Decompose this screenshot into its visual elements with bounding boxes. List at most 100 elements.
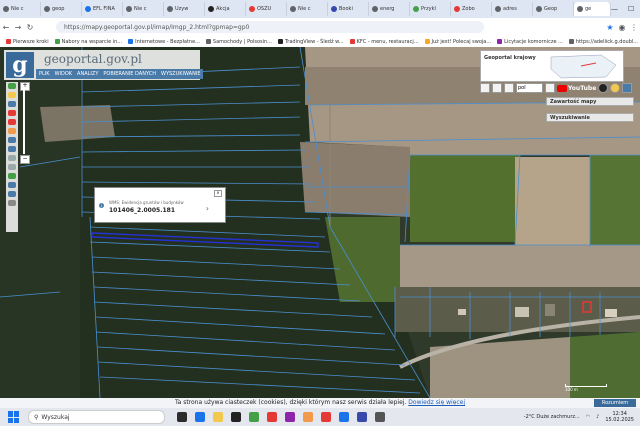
search-map-icon[interactable]: [8, 155, 16, 161]
popup-close-icon[interactable]: ×: [214, 190, 222, 197]
menu-item[interactable]: WYSZUKIWANIE: [161, 71, 200, 77]
browser-tab[interactable]: Uzyw: [164, 2, 205, 16]
app-2-icon[interactable]: [357, 412, 367, 422]
eye-icon[interactable]: [598, 83, 609, 93]
browser-tab[interactable]: Przykl: [410, 2, 451, 16]
info-icon[interactable]: [8, 83, 16, 89]
print-icon[interactable]: [8, 146, 16, 152]
maximize-icon[interactable]: ☐: [628, 5, 634, 13]
sun-icon[interactable]: [610, 83, 621, 93]
file-explorer-icon[interactable]: [213, 412, 223, 422]
language-select[interactable]: pol: [516, 83, 543, 93]
bookmark-item[interactable]: Już jest! Polecaj swoja...: [424, 38, 492, 45]
settings-icon[interactable]: [8, 200, 16, 206]
weather-text[interactable]: -2°C Duże zachmurz...: [524, 414, 580, 420]
app-icon[interactable]: [249, 412, 259, 422]
taskbar-apps: [177, 412, 385, 422]
back-icon[interactable]: ←: [0, 23, 12, 32]
bookmark-item[interactable]: Nabory na wsparcie in...: [54, 39, 122, 45]
save-icon[interactable]: [504, 83, 514, 93]
arrow-right-icon[interactable]: [8, 191, 16, 197]
tab-label: OSZU: [257, 6, 272, 12]
zoom-slider[interactable]: + −: [20, 82, 30, 164]
taskbar-search-placeholder: Wyszukaj: [41, 413, 70, 421]
browser-tab[interactable]: Booki: [328, 2, 369, 16]
bookmark-item[interactable]: TradingView - Śledź w...: [277, 39, 344, 45]
profile-icon[interactable]: ◉: [616, 23, 628, 32]
browser-tab[interactable]: Nie c: [123, 2, 164, 16]
tab-favicon-icon: [44, 6, 50, 12]
globe-icon[interactable]: [8, 173, 16, 179]
brave-icon[interactable]: [267, 412, 277, 422]
view-icon[interactable]: [622, 83, 633, 93]
bookmark-item[interactable]: Licytacje komornicze ...: [497, 39, 563, 45]
browser-tab[interactable]: Akcja: [205, 2, 246, 16]
menu-icon[interactable]: ⋮: [628, 23, 640, 32]
menu-item[interactable]: PLIK: [39, 71, 50, 77]
menu-item[interactable]: WIDOK: [55, 71, 72, 77]
minimize-icon[interactable]: —: [611, 5, 618, 13]
menu-item[interactable]: POBIERANIE DANYCH: [103, 71, 156, 77]
forward-icon[interactable]: →: [12, 23, 24, 32]
clock[interactable]: 12:34 15.02.2025: [605, 411, 634, 423]
menu-item[interactable]: ANALIZY: [77, 71, 98, 77]
area-icon[interactable]: [8, 119, 16, 125]
chrome-icon[interactable]: [339, 412, 349, 422]
pencil-icon[interactable]: [8, 128, 16, 134]
bookmark-item[interactable]: Internetowe - Bezpłatne...: [128, 39, 200, 45]
tab-favicon-icon: [167, 6, 173, 12]
map-contents-panel[interactable]: Zawartość mapy: [546, 97, 634, 106]
task-view-icon[interactable]: [177, 412, 187, 422]
youtube-link[interactable]: YouTube: [557, 84, 596, 92]
tab-favicon-icon: [536, 6, 542, 12]
arrow-left-icon[interactable]: [8, 182, 16, 188]
browser-tab[interactable]: Geop: [533, 2, 574, 16]
browser-tab[interactable]: OSZU: [246, 2, 287, 16]
print-tool-icon[interactable]: [492, 83, 502, 93]
bookmark-item[interactable]: Samochody | Polsosin...: [205, 39, 272, 45]
hand-icon[interactable]: [8, 92, 16, 98]
bookmark-item[interactable]: https://adeliick.g.doubl...: [568, 39, 638, 45]
home-icon[interactable]: [480, 83, 490, 93]
cookie-more-link[interactable]: Dowiedz się więcej: [408, 399, 465, 406]
zoom-box-icon[interactable]: [8, 101, 16, 107]
network-icon[interactable]: ◠: [586, 414, 590, 420]
edge-icon[interactable]: [195, 412, 205, 422]
bookmark-item[interactable]: KFC - menu, restauracj...: [349, 39, 419, 45]
volume-icon[interactable]: ♪: [596, 414, 599, 420]
zoom-out-button[interactable]: −: [20, 155, 30, 164]
zoom-in-button[interactable]: +: [20, 82, 30, 91]
app-3-icon[interactable]: [375, 412, 385, 422]
accept-cookies-button[interactable]: Rozumiem: [594, 399, 636, 407]
measure-icon[interactable]: [8, 110, 16, 116]
browser-tab[interactable]: energ: [369, 2, 410, 16]
popup-parcel-id[interactable]: 101406_2.0005.181: [109, 207, 175, 214]
browser-tab[interactable]: EFL FINA: [82, 2, 123, 16]
layers-icon[interactable]: [8, 137, 16, 143]
store-icon[interactable]: [285, 412, 295, 422]
browser-tab[interactable]: Nie c: [0, 2, 41, 16]
bookmark-item[interactable]: Pierwsze kroki: [0, 39, 49, 45]
tab-favicon-icon: [454, 6, 460, 12]
browser-tab[interactable]: geop: [41, 2, 82, 16]
chevron-right-icon[interactable]: ›: [206, 204, 209, 213]
overview-map[interactable]: Geoportal krajowy: [480, 50, 624, 82]
browser-tab[interactable]: ge: [574, 2, 611, 16]
help-icon[interactable]: [545, 83, 555, 93]
tiktok-icon[interactable]: [231, 412, 241, 422]
taskbar-search[interactable]: ⚲ Wyszukaj: [28, 410, 165, 424]
url-field[interactable]: https://mapy.geoportal.gov.pl/imap/Imgp_…: [56, 21, 484, 33]
zoom-track[interactable]: [23, 90, 25, 154]
media-icon[interactable]: [321, 412, 331, 422]
browser-tab[interactable]: Nie c: [287, 2, 328, 16]
star-icon[interactable]: ★: [604, 23, 616, 32]
bookmark-label: Już jest! Polecaj swoja...: [431, 38, 492, 45]
browser-tab[interactable]: Zobo: [451, 2, 492, 16]
windows-start-icon[interactable]: [8, 411, 20, 423]
window-controls: — ☐ ✕: [611, 5, 640, 13]
firefox-icon[interactable]: [303, 412, 313, 422]
browser-tab[interactable]: adres: [492, 2, 533, 16]
search-panel[interactable]: Wyszukiwanie: [546, 113, 634, 122]
magnifier-icon[interactable]: [8, 164, 16, 170]
reload-icon[interactable]: ↻: [24, 23, 36, 32]
